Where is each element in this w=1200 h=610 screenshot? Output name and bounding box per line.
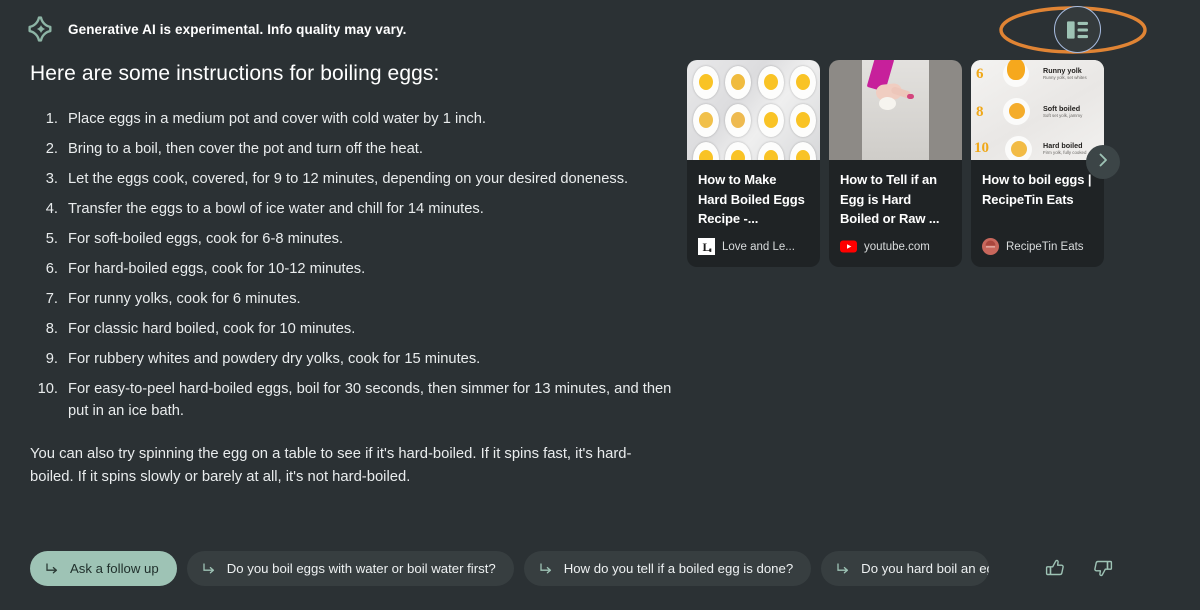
svg-text:L: L: [703, 240, 711, 254]
list-item-text: Bring to a boil, then cover the pot and …: [68, 141, 423, 157]
chip-label: Do you hard boil an egg: [861, 561, 990, 576]
list-item-number: 1.: [45, 111, 58, 127]
infographic-sub: Runny yolk, set whites: [1043, 75, 1087, 80]
chip-label: Do you boil eggs with water or boil wate…: [226, 561, 496, 576]
halved-boiled-eggs-photo: [687, 60, 820, 160]
reply-arrow-icon: [539, 562, 553, 576]
source-card-origin: L Love and Le...: [687, 238, 820, 267]
list-item-text: For rubbery whites and powdery dry yolks…: [68, 351, 481, 367]
source-card-body: How to boil eggs | RecipeTin Eats: [971, 160, 1104, 238]
answer-outro: You can also try spinning the egg on a t…: [30, 446, 632, 485]
instruction-list: 1. Place eggs in a medium pot and cover …: [30, 108, 680, 422]
list-item: 4. Transfer the eggs to a bowl of ice wa…: [30, 198, 680, 220]
source-card-title: How to Make Hard Boiled Eggs Recipe -...: [698, 172, 805, 226]
sparkle-icon: [28, 16, 54, 42]
list-item-text: For soft-boiled eggs, cook for 6-8 minut…: [68, 231, 344, 247]
thumbs-down-icon[interactable]: [1092, 557, 1114, 579]
list-item-text: For easy-to-peel hard-boiled eggs, boil …: [68, 381, 672, 419]
source-card-name: Love and Le...: [722, 240, 795, 253]
source-card[interactable]: 6 Runny yolk Runny yolk, set whites 8 So…: [971, 60, 1104, 267]
list-item-text: For classic hard boiled, cook for 10 min…: [68, 321, 356, 337]
recipetineats-favicon: [982, 238, 999, 255]
loveandlemons-favicon: L: [698, 238, 715, 255]
source-card-title: How to boil eggs | RecipeTin Eats: [982, 172, 1092, 207]
source-card-list: How to Make Hard Boiled Eggs Recipe -...…: [687, 60, 1104, 267]
ask-followup-chip[interactable]: Ask a follow up: [30, 551, 177, 586]
followup-chip-bar: Ask a follow up Do you boil eggs with wa…: [30, 551, 990, 586]
infographic-minutes: 6: [976, 66, 984, 82]
disclaimer-text: Generative AI is experimental. Info qual…: [68, 22, 406, 37]
list-item-text: Let the eggs cook, covered, for 9 to 12 …: [68, 171, 629, 187]
answer-title: Here are some instructions for boiling e…: [30, 62, 440, 85]
infographic-label: Soft boiled: [1043, 104, 1081, 113]
list-item-text: Place eggs in a medium pot and cover wit…: [68, 111, 486, 127]
list-item-number: 4.: [45, 201, 58, 217]
list-item-text: For hard-boiled eggs, cook for 10-12 min…: [68, 261, 366, 277]
youtube-favicon: [840, 238, 857, 255]
list-item-number: 9.: [45, 351, 58, 367]
chevron-right-icon: [1095, 152, 1111, 173]
reply-arrow-icon: [202, 562, 216, 576]
infographic-sub: Soft set yolk, jammy: [1043, 113, 1083, 118]
list-item-number: 8.: [45, 321, 58, 337]
list-item-number: 3.: [45, 171, 58, 187]
feedback-controls: [1030, 557, 1114, 579]
answer-body: Here are some instructions for boiling e…: [30, 62, 680, 488]
infographic-minutes: 10: [974, 140, 989, 156]
hand-spinning-egg-video: [829, 60, 962, 160]
source-card-name: RecipeTin Eats: [1006, 240, 1084, 253]
followup-chip[interactable]: Do you boil eggs with water or boil wate…: [186, 551, 514, 586]
source-card-name: youtube.com: [864, 240, 930, 253]
list-item: 3. Let the eggs cook, covered, for 9 to …: [30, 168, 680, 190]
list-item: 7. For runny yolks, cook for 6 minutes.: [30, 288, 680, 310]
list-item-text: For runny yolks, cook for 6 minutes.: [68, 291, 301, 307]
infographic-label: Hard boiled: [1043, 141, 1083, 150]
thumbs-up-icon[interactable]: [1044, 557, 1066, 579]
disclaimer-bold: Generative AI is experimental.: [68, 21, 264, 37]
ai-answer-panel: Generative AI is experimental. Info qual…: [0, 0, 1200, 610]
list-item: 2. Bring to a boil, then cover the pot a…: [30, 138, 680, 160]
source-cards-next-button[interactable]: [1086, 145, 1120, 179]
list-item-number: 2.: [45, 141, 58, 157]
list-item: 9. For rubbery whites and powdery dry yo…: [30, 348, 680, 370]
followup-chip[interactable]: Do you hard boil an egg: [821, 551, 990, 586]
source-card-body: How to Make Hard Boiled Eggs Recipe -...: [687, 160, 820, 238]
chip-label: Ask a follow up: [70, 561, 159, 576]
disclaimer-rest: Info quality may vary.: [263, 21, 407, 37]
generative-ai-disclaimer: Generative AI is experimental. Info qual…: [28, 16, 406, 42]
list-item: 5. For soft-boiled eggs, cook for 6-8 mi…: [30, 228, 680, 250]
source-card-origin: RecipeTin Eats: [971, 238, 1104, 267]
source-card[interactable]: How to Tell if an Egg is Hard Boiled or …: [829, 60, 962, 267]
source-card-title: How to Tell if an Egg is Hard Boiled or …: [840, 172, 940, 226]
list-item-number: 5.: [45, 231, 58, 247]
infographic-minutes: 8: [976, 104, 984, 120]
egg-doneness-infographic: 6 Runny yolk Runny yolk, set whites 8 So…: [971, 60, 1104, 160]
list-item-text: Transfer the eggs to a bowl of ice water…: [68, 201, 484, 217]
chip-label: How do you tell if a boiled egg is done?: [563, 561, 794, 576]
source-card[interactable]: How to Make Hard Boiled Eggs Recipe -...…: [687, 60, 820, 267]
view-toggle-button[interactable]: [1054, 6, 1101, 53]
list-item: 1. Place eggs in a medium pot and cover …: [30, 108, 680, 130]
list-item: 8. For classic hard boiled, cook for 10 …: [30, 318, 680, 340]
source-card-origin: youtube.com: [829, 238, 962, 267]
list-item: 6. For hard-boiled eggs, cook for 10-12 …: [30, 258, 680, 280]
infographic-label: Runny yolk: [1043, 66, 1082, 75]
list-item-number: 10.: [37, 381, 58, 397]
reply-arrow-icon: [836, 562, 850, 576]
followup-chip[interactable]: How do you tell if a boiled egg is done?: [523, 551, 812, 586]
reply-arrow-icon: [45, 562, 59, 576]
list-item-number: 7.: [45, 291, 58, 307]
list-item: 10. For easy-to-peel hard-boiled eggs, b…: [30, 378, 680, 422]
layout-view-icon: [1067, 20, 1088, 39]
list-item-number: 6.: [45, 261, 58, 277]
source-card-body: How to Tell if an Egg is Hard Boiled or …: [829, 160, 962, 238]
